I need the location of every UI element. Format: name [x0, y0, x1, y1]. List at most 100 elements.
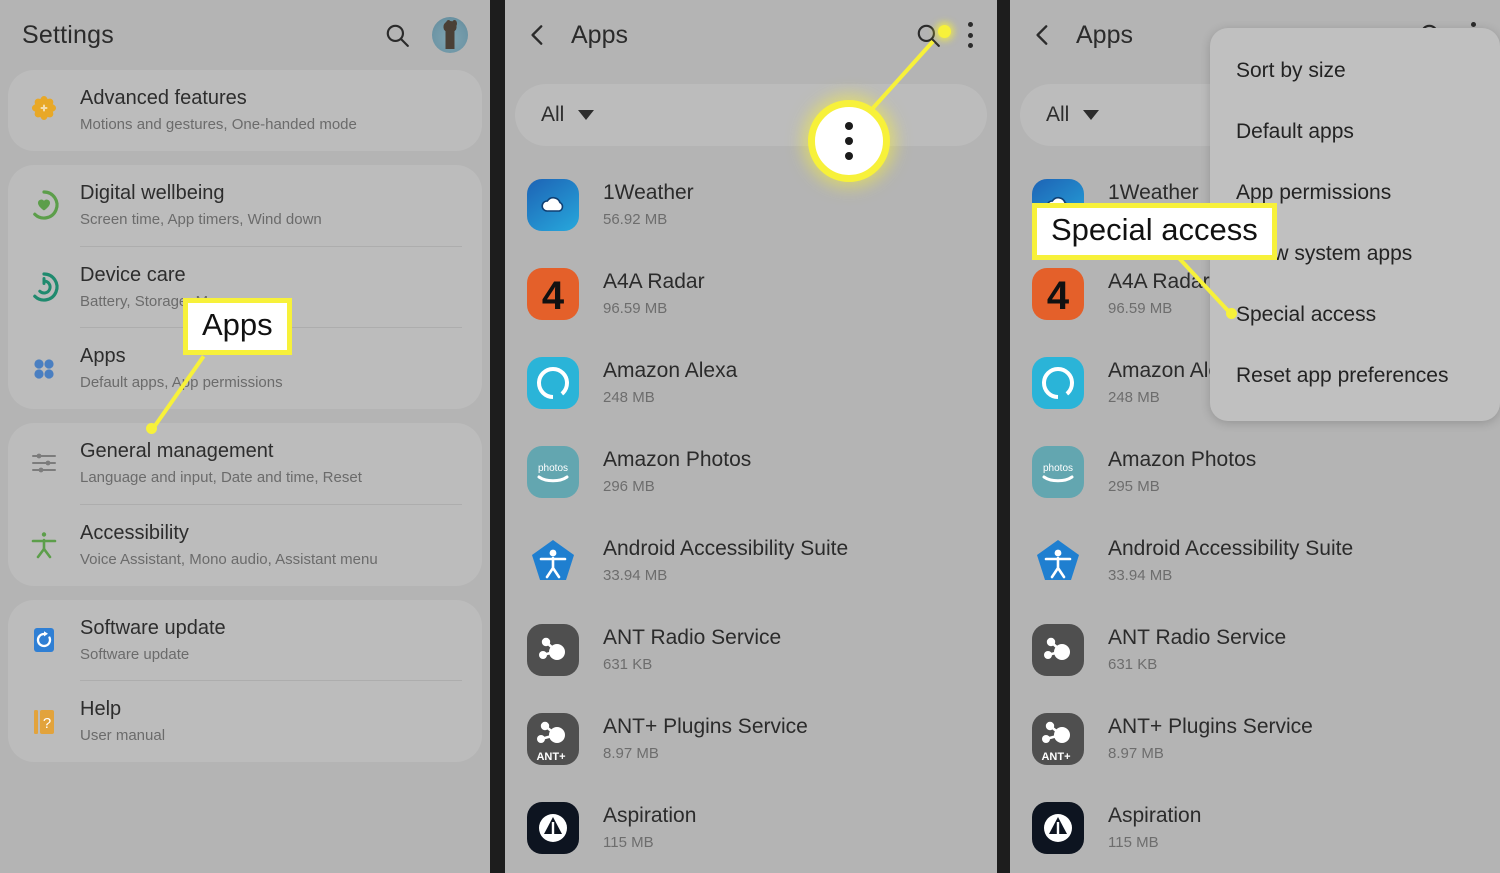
panel-divider	[490, 0, 503, 873]
ant-radio-icon	[1032, 623, 1084, 676]
avatar[interactable]	[432, 17, 468, 53]
app-size: 115 MB	[1108, 834, 1159, 852]
a4a-radar-icon: 4	[1032, 267, 1084, 320]
app-size: 296 MB	[603, 478, 655, 496]
alexa-icon	[527, 356, 579, 409]
settings-group-advanced: Advanced features Motions and gestures, …	[8, 70, 482, 151]
list-item[interactable]: Android Accessibility Suite 33.94 MB	[505, 516, 997, 605]
chevron-down-icon	[1083, 110, 1100, 120]
app-size: 8.97 MB	[1108, 745, 1164, 763]
list-item[interactable]: 4 A4A Radar 96.59 MB	[505, 249, 997, 338]
chevron-down-icon	[578, 110, 595, 120]
list-item-text: ANT Radio Service 631 KB	[603, 625, 781, 674]
help-icon: ?	[8, 705, 80, 739]
svg-text:ANT+: ANT+	[536, 751, 565, 763]
sidebar-item-advanced-features[interactable]: Advanced features Motions and gestures, …	[8, 70, 482, 151]
sidebar-item-help[interactable]: ? Help User manual	[8, 681, 482, 762]
menu-item-sort-by-size[interactable]: Sort by size	[1210, 40, 1500, 101]
apps-panel-middle: Apps All 1Weather 56.92 MB 4 A4A Radar 9…	[505, 0, 997, 873]
accessibility-suite-icon	[527, 535, 579, 587]
list-item[interactable]: ANT Radio Service 631 KB	[505, 605, 997, 694]
apps-icon	[8, 352, 80, 386]
apps-panel-right: Apps All 1Weather 56.92 MB	[1010, 0, 1500, 873]
svg-text:photos: photos	[538, 463, 568, 474]
list-item[interactable]: Aspiration 115 MB	[505, 783, 997, 872]
menu-item-special-access[interactable]: Special access	[1210, 284, 1500, 345]
list-item[interactable]: 1Weather 56.92 MB	[505, 160, 997, 249]
search-icon[interactable]	[384, 22, 410, 48]
app-size: 96.59 MB	[1108, 300, 1173, 318]
back-chevron-icon[interactable]	[1030, 22, 1076, 48]
svg-text:?: ?	[43, 715, 51, 732]
list-item[interactable]: ANT+ ANT+ Plugins Service 8.97 MB	[1010, 694, 1500, 783]
sidebar-item-label: General management	[80, 440, 274, 462]
app-name: Amazon Alexa	[603, 358, 738, 382]
settings-group-general: General management Language and input, D…	[8, 423, 482, 586]
sidebar-item-software-update[interactable]: Software update Software update	[8, 600, 482, 681]
list-item-text: Aspiration 115 MB	[603, 803, 696, 852]
spotlight-anchor-dot-kebab	[938, 25, 951, 38]
ant-plus-icon: ANT+	[1032, 712, 1084, 765]
aspiration-icon	[527, 801, 579, 854]
app-size: 631 KB	[603, 656, 653, 674]
app-size: 56.92 MB	[603, 211, 668, 229]
sliders-icon	[8, 446, 80, 480]
menu-item-default-apps[interactable]: Default apps	[1210, 101, 1500, 162]
ant-radio-icon	[527, 623, 579, 676]
page-title: Apps	[571, 20, 628, 49]
sidebar-item-label: Digital wellbeing	[80, 181, 225, 204]
sidebar-item-label: Software update	[80, 616, 226, 639]
kebab-menu-icon[interactable]	[967, 22, 973, 48]
weather-cloud-icon	[527, 178, 579, 231]
app-name: A4A Radar	[603, 269, 705, 293]
device-care-icon	[8, 270, 80, 304]
app-name: Amazon Photos	[603, 447, 752, 471]
sidebar-item-label: Device care	[80, 263, 186, 286]
app-name: Aspiration	[603, 803, 697, 827]
app-name: ANT Radio Service	[1108, 625, 1287, 649]
app-name: ANT Radio Service	[603, 625, 782, 649]
menu-item-reset-app-preferences[interactable]: Reset app preferences	[1210, 345, 1500, 406]
list-item[interactable]: Android Accessibility Suite 33.94 MB	[1010, 516, 1500, 605]
sidebar-item-sublabel: Screen time, App timers, Wind down	[80, 210, 322, 228]
list-item[interactable]: ANT Radio Service 631 KB	[1010, 605, 1500, 694]
settings-group-support: Software update Software update ? Help U…	[8, 599, 482, 762]
sidebar-item-general-management[interactable]: General management Language and input, D…	[8, 423, 482, 504]
svg-text:4: 4	[542, 274, 565, 318]
amazon-photos-icon: photos	[527, 445, 579, 498]
digital-wellbeing-icon	[8, 188, 80, 222]
list-item-text: Amazon Photos 295 MB	[1108, 447, 1256, 496]
a4a-radar-icon: 4	[527, 267, 579, 320]
sidebar-item-accessibility[interactable]: Accessibility Voice Assistant, Mono audi…	[8, 505, 482, 586]
app-name: ANT+ Plugins Service	[603, 714, 808, 738]
ant-plus-icon: ANT+	[527, 712, 579, 765]
list-item-text: Android Accessibility Suite 33.94 MB	[1108, 536, 1353, 585]
settings-group-device: Digital wellbeing Screen time, App timer…	[8, 164, 482, 409]
apps-header: Apps	[505, 0, 997, 70]
aspiration-icon	[1032, 801, 1084, 854]
list-item[interactable]: Aspiration 115 MB	[1010, 783, 1500, 872]
app-size: 295 MB	[1108, 478, 1160, 496]
app-name: 1Weather	[1108, 180, 1199, 204]
settings-panel: Settings Advanced features Motions and g…	[0, 0, 490, 873]
panel-divider	[997, 0, 1010, 873]
list-item-text: ANT Radio Service 631 KB	[1108, 625, 1286, 674]
accessibility-icon	[8, 528, 80, 562]
accessibility-suite-icon	[1032, 535, 1084, 587]
apps-filter-bar[interactable]: All	[515, 84, 987, 146]
kebab-menu-spotlight[interactable]	[808, 100, 890, 182]
settings-item-text: Advanced features Motions and gestures, …	[80, 86, 482, 135]
list-item[interactable]: photos Amazon Photos 296 MB	[505, 427, 997, 516]
list-item-text: 1Weather 56.92 MB	[603, 180, 694, 229]
list-item[interactable]: photos Amazon Photos 295 MB	[1010, 427, 1500, 516]
settings-item-text: Digital wellbeing Screen time, App timer…	[80, 181, 482, 230]
back-chevron-icon[interactable]	[525, 22, 571, 48]
sidebar-item-digital-wellbeing[interactable]: Digital wellbeing Screen time, App timer…	[8, 165, 482, 246]
list-item[interactable]: Amazon Alexa 248 MB	[505, 338, 997, 427]
sidebar-item-label: Accessibility	[80, 521, 189, 544]
screenshot-stage: Settings Advanced features Motions and g…	[0, 0, 1500, 873]
sidebar-item-label: Advanced features	[80, 87, 247, 109]
list-item[interactable]: ANT+ ANT+ Plugins Service 8.97 MB	[505, 694, 997, 783]
list-item-text: A4A Radar 96.59 MB	[603, 269, 705, 318]
filter-label: All	[1046, 103, 1070, 126]
